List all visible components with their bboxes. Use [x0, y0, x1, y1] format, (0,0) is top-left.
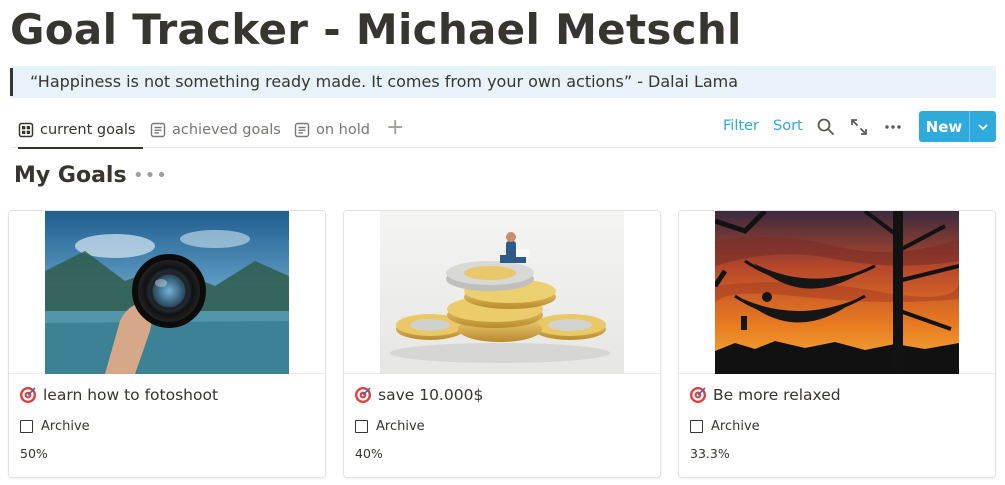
list-page-icon: [294, 122, 310, 138]
gallery-icon: [18, 122, 34, 138]
archive-label: Archive: [41, 419, 90, 434]
coin-stack-photo: [380, 211, 624, 374]
quote-bar: [10, 68, 13, 96]
card-title[interactable]: Be more relaxed: [689, 386, 841, 404]
tab-current-goals[interactable]: current goals: [18, 112, 144, 149]
chevron-down-icon[interactable]: [970, 121, 996, 133]
sort-button[interactable]: Sort: [773, 118, 803, 134]
card-title-text: save 10.000$: [378, 386, 484, 404]
quote-block: “Happiness is not something ready made. …: [10, 66, 996, 98]
lens-lake-photo: [45, 211, 289, 374]
progress-value: 50%: [20, 446, 48, 461]
page-title: Goal Tracker - Michael Metschl: [10, 5, 742, 54]
goal-card[interactable]: learn how to fotoshoot Archive 50%: [8, 210, 326, 478]
goal-card[interactable]: save 10.000$ Archive 40%: [343, 210, 661, 478]
archive-property: Archive: [355, 419, 425, 434]
more-icon[interactable]: •••: [133, 165, 168, 186]
tab-label: current goals: [40, 122, 136, 138]
list-page-icon: [150, 122, 166, 138]
target-icon: [355, 387, 371, 403]
search-icon[interactable]: [816, 117, 836, 137]
archive-property: Archive: [690, 419, 760, 434]
plus-icon[interactable]: +: [386, 116, 404, 140]
goal-card[interactable]: Be more relaxed Archive 33.3%: [678, 210, 996, 478]
card-title-text: learn how to fotoshoot: [43, 386, 219, 404]
section-title: My Goals: [14, 163, 127, 188]
target-icon: [690, 387, 706, 403]
archive-checkbox[interactable]: [355, 420, 368, 433]
new-button[interactable]: New: [919, 111, 996, 142]
tab-label: on hold: [316, 122, 370, 138]
card-cover: [344, 211, 660, 374]
hammock-sunset-photo: [715, 211, 959, 374]
more-icon[interactable]: [883, 117, 903, 137]
new-button-label: New: [925, 117, 963, 136]
archive-label: Archive: [376, 419, 425, 434]
quote-text: “Happiness is not something ready made. …: [30, 72, 739, 91]
card-title-text: Be more relaxed: [713, 386, 841, 404]
card-title[interactable]: learn how to fotoshoot: [19, 386, 218, 404]
archive-label: Archive: [711, 419, 760, 434]
archive-checkbox[interactable]: [690, 420, 703, 433]
tab-label: achieved goals: [172, 122, 281, 138]
card-cover: [679, 211, 995, 374]
card-title[interactable]: save 10.000$: [354, 386, 483, 404]
tab-achieved-goals[interactable]: achieved goals: [150, 112, 281, 148]
target-icon: [20, 387, 36, 403]
archive-property: Archive: [20, 419, 90, 434]
progress-value: 40%: [355, 446, 383, 461]
archive-checkbox[interactable]: [20, 420, 33, 433]
filter-button[interactable]: Filter: [723, 118, 759, 134]
card-cover: [9, 211, 325, 374]
progress-value: 33.3%: [690, 446, 730, 461]
expand-icon[interactable]: [849, 117, 869, 137]
tab-on-hold[interactable]: on hold: [294, 112, 370, 148]
